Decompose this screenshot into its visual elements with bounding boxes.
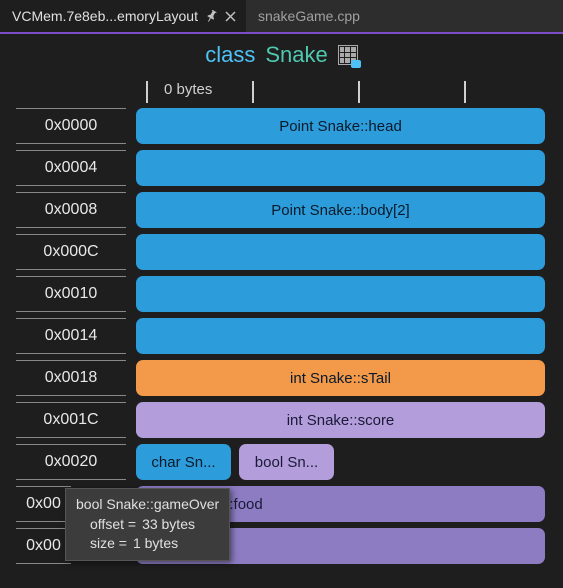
table-view-icon[interactable]: [338, 45, 358, 65]
tooltip-offset-label: offset =: [90, 515, 136, 535]
offset-cell: 0x00: [16, 528, 71, 564]
offset-cell: 0x0010: [16, 276, 126, 312]
class-keyword: class: [205, 42, 255, 68]
offset-row: 0x000C: [0, 232, 563, 272]
tab-memory-layout[interactable]: VCMem.7e8eb...emoryLayout: [0, 0, 246, 32]
offset-row: 0x0000 Point Snake::head: [0, 106, 563, 146]
member-bar-body[interactable]: Point Snake::body[2]: [136, 192, 545, 228]
offset-row: 0x001C int Snake::score: [0, 400, 563, 440]
tab-bar: VCMem.7e8eb...emoryLayout snakeGame.cpp: [0, 0, 563, 34]
member-bar-head[interactable]: Point Snake::head: [136, 108, 545, 144]
offset-cell: 0x0014: [16, 318, 126, 354]
member-bar-score[interactable]: int Snake::score: [136, 402, 545, 438]
offset-cell: 0x0000: [16, 108, 126, 144]
offset-row: 0x0020 char Sn... bool Sn...: [0, 442, 563, 482]
tooltip-size-value: 1 bytes: [133, 534, 178, 554]
close-icon[interactable]: [224, 9, 238, 23]
member-bar-char[interactable]: char Sn...: [136, 444, 231, 480]
ruler-tick: [464, 81, 466, 103]
ruler-tick: [358, 81, 360, 103]
ruler-tick: [146, 81, 148, 103]
member-bar-head-cont[interactable]: [136, 150, 545, 186]
offset-row: 0x0018 int Snake::sTail: [0, 358, 563, 398]
offset-cell: 0x0018: [16, 360, 126, 396]
offset-cell: 0x000C: [16, 234, 126, 270]
offset-cell: 0x0004: [16, 150, 126, 186]
offset-row: 0x0010: [0, 274, 563, 314]
pin-icon[interactable]: [204, 9, 218, 23]
ruler-label: 0 bytes: [164, 81, 212, 98]
offset-cell: 0x0020: [16, 444, 126, 480]
tooltip: bool Snake::gameOver offset = 33 bytes s…: [65, 488, 230, 561]
member-bar-stail[interactable]: int Snake::sTail: [136, 360, 545, 396]
member-bar-body-cont[interactable]: [136, 318, 545, 354]
offset-cell: 0x001C: [16, 402, 126, 438]
tab-snakegame[interactable]: snakeGame.cpp: [246, 0, 368, 32]
class-name: Snake: [265, 42, 327, 68]
tooltip-size-label: size =: [90, 534, 127, 554]
offset-cell: 0x0008: [16, 192, 126, 228]
tab-label: snakeGame.cpp: [258, 8, 360, 24]
offset-row: 0x0004: [0, 148, 563, 188]
member-bar-body-cont[interactable]: [136, 234, 545, 270]
tab-label: VCMem.7e8eb...emoryLayout: [12, 8, 198, 24]
byte-ruler: 0 bytes: [0, 78, 563, 106]
tooltip-offset-value: 33 bytes: [142, 515, 195, 535]
member-bar-body-cont[interactable]: [136, 276, 545, 312]
offset-row: 0x0008 Point Snake::body[2]: [0, 190, 563, 230]
class-header: class Snake: [0, 34, 563, 78]
ruler-tick: [252, 81, 254, 103]
tooltip-title: bool Snake::gameOver: [76, 495, 219, 515]
offset-cell: 0x00: [16, 486, 71, 522]
offset-row: 0x0014: [0, 316, 563, 356]
member-bar-bool[interactable]: bool Sn...: [239, 444, 334, 480]
